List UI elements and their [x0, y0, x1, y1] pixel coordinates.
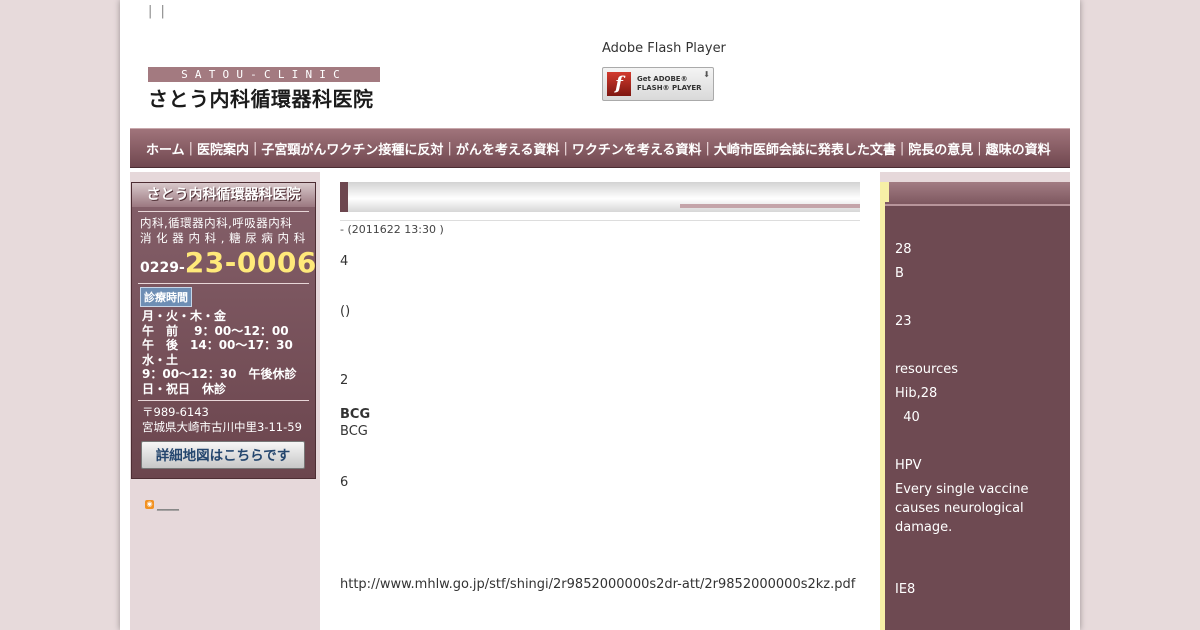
entry-meta: - (2011622 13:30 ) [340, 220, 860, 236]
hours-badge: 診療時間 [140, 287, 192, 307]
address: 宮城県大崎市古川中里3-11-59 [142, 420, 302, 434]
hours-line: 水・土 [142, 352, 179, 367]
nav-item[interactable]: 子宮頸がんワクチン接種に反対 [261, 139, 443, 158]
postal-code: 〒989-6143 [142, 405, 209, 419]
nav-separator: | [447, 140, 452, 156]
phone-number: 0229-23-0006 [132, 246, 317, 279]
right-sidebar-header [885, 182, 1070, 206]
sidebar-text-line: Hib,28 [895, 386, 938, 401]
right-sidebar-text: 28 B 23 resources Hib,28 40 HPV Every single v… [885, 240, 1070, 599]
sidebar-text-line: 23 [895, 314, 912, 329]
flash-badge-line1: Get ADOBE® [637, 75, 688, 83]
nav-separator: | [188, 140, 194, 156]
clinic-name: さとう内科循環器科医院 [132, 183, 315, 207]
sidebar-text-line: B [895, 266, 904, 281]
top-links[interactable]: | | [148, 4, 167, 19]
clinic-logo[interactable]: SATOU-CLINIC さとう内科循環器科医院 [148, 67, 380, 112]
nav-item[interactable]: 趣味の資料 [986, 139, 1051, 158]
rss-feed-link[interactable]: ◉ ____ [145, 498, 179, 511]
logo-japanese: さとう内科循環器科医院 [148, 87, 374, 111]
main-nav: ホーム | 医院案内 | 子宮頸がんワクチン接種に反対 | がんを考える資料 | ワクチンを考え… [130, 128, 1070, 168]
sidebar-text-line: Every single vaccine causes neurological… [895, 482, 1033, 535]
page: | | SATOU-CLINIC さとう内科循環器科医院 Adobe Flash… [120, 0, 1080, 630]
flash-badge-text: Get ADOBE® FLASH® PLAYER [637, 75, 702, 93]
main-content: - (2011622 13:30 ) 4 () 2 BCG BCG 6 http://www… [340, 182, 860, 593]
entry-paragraph: () [340, 304, 351, 319]
phone-area-code: 0229- [140, 260, 185, 276]
hours-line: 午 前 9：00〜12：00 [142, 323, 289, 338]
entry-paragraph: 2 [340, 373, 349, 388]
sidebar-text-line: 40 [895, 410, 920, 425]
nav-separator: | [705, 140, 710, 156]
hours-line: 日・祝日 休診 [142, 381, 227, 396]
entry-paragraph: 4 [340, 254, 349, 269]
download-arrow-icon: ⬇ [703, 70, 710, 79]
left-sidebar: さとう内科循環器科医院 内科,循環器内科,呼吸器内科 消 化 器 内 科 , 糖… [130, 172, 320, 630]
department-line: 内科,循環器内科,呼吸器内科 [140, 216, 293, 230]
hours-line: 9：00〜12：30 午後休診 [142, 367, 297, 381]
clinic-info-card: さとう内科循環器科医院 内科,循環器内科,呼吸器内科 消 化 器 内 科 , 糖… [131, 182, 316, 479]
flash-label: Adobe Flash Player [602, 41, 726, 56]
rss-label[interactable]: ____ [157, 498, 179, 511]
header-accent [885, 182, 889, 202]
document-link[interactable]: http://www.mhlw.go.jp/stf/shingi/2r98520… [340, 576, 860, 593]
sidebar-text-line: 28 [895, 242, 912, 257]
flash-logo-icon: f [607, 72, 631, 96]
hours-line: 午 後 14：00〜17：30 [142, 338, 293, 352]
nav-item[interactable]: がんを考える資料 [456, 139, 560, 158]
nav-item[interactable]: ホーム [146, 139, 185, 158]
departments: 内科,循環器内科,呼吸器内科 消 化 器 内 科 , 糖 尿 病 内 科 [132, 212, 315, 246]
rss-icon: ◉ [145, 500, 154, 509]
nav-item[interactable]: 院長の意見 [908, 139, 973, 158]
nav-separator: | [563, 140, 568, 156]
right-sidebar: 28 B 23 resources Hib,28 40 HPV Every single v… [880, 172, 1070, 630]
nav-separator: | [899, 140, 905, 156]
right-sidebar-box: 28 B 23 resources Hib,28 40 HPV Every single v… [880, 182, 1070, 630]
nav-separator: | [977, 140, 982, 156]
sidebar-text-line: IE8 [895, 582, 916, 597]
nav-item[interactable]: ワクチンを考える資料 [572, 139, 702, 158]
sidebar-text-line: HPV [895, 458, 922, 473]
department-line: 消 化 器 内 科 , 糖 尿 病 内 科 [140, 231, 306, 245]
phone-main: 23-0006 [184, 246, 317, 279]
logo-english: SATOU-CLINIC [148, 67, 380, 82]
office-hours: 月・火・木・金午 前 9：00〜12：00 午 後 14：00〜17：30 水・土 9… [132, 307, 315, 396]
nav-item[interactable]: 大崎市医師会誌に発表した文書 [714, 139, 896, 158]
nav-item[interactable]: 医院案内 [197, 139, 249, 158]
address-block: 〒989-6143 宮城県大崎市古川中里3-11-59 [132, 401, 315, 435]
divider [138, 283, 309, 284]
entry-paragraph: 6 [340, 475, 349, 490]
title-underline [680, 204, 860, 208]
nav-separator: | [253, 140, 258, 156]
entry-paragraph: BCG [340, 424, 368, 439]
entry-title-bar [340, 182, 860, 212]
get-flash-button[interactable]: f Get ADOBE® FLASH® PLAYER ⬇ [602, 67, 714, 101]
hours-line: 月・火・木・金 [142, 309, 227, 323]
flash-badge-line2: FLASH® PLAYER [637, 84, 702, 92]
map-button[interactable]: 詳細地図はこちらです [141, 441, 305, 469]
entry-body: 4 () 2 BCG BCG 6 http://www.mhlw.go.jp/stf/shi… [340, 253, 860, 593]
sidebar-text-line: resources [895, 362, 959, 377]
entry-paragraph: BCG [340, 407, 371, 422]
